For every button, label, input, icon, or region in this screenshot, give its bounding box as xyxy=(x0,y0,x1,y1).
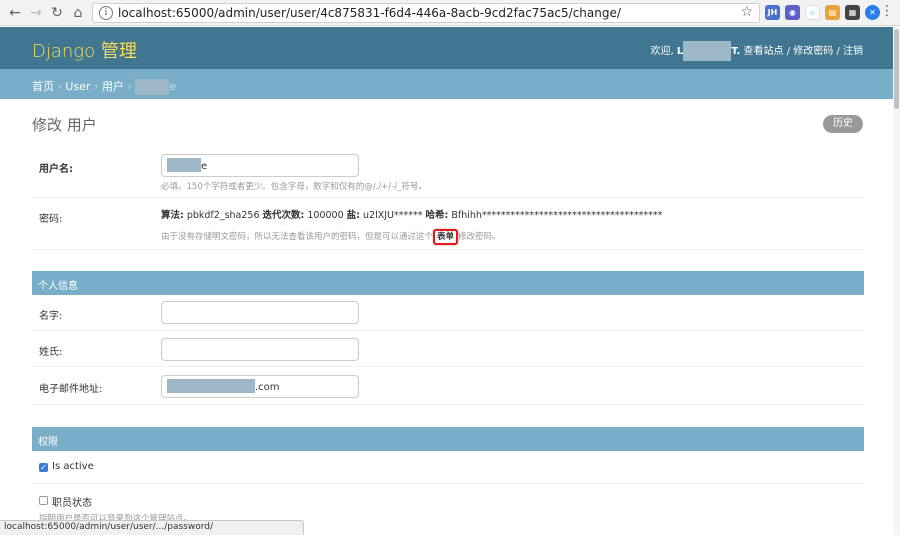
is-staff-checkbox[interactable] xyxy=(39,496,48,505)
password-help-text: 由于没有存储明文密码，所以无法查看该用户的密码，但是可以通过这个 xyxy=(161,232,434,242)
scrollbar-thumb[interactable] xyxy=(894,29,899,109)
breadcrumb: 首页 › User › 用户 › e xyxy=(0,69,893,99)
first-name-input[interactable] xyxy=(161,301,359,324)
salt-value: u2lXJU****** xyxy=(363,210,423,221)
is-active-label[interactable]: Is active xyxy=(52,461,94,472)
separator: / xyxy=(833,46,843,57)
form-row-is-active: ✓ Is active xyxy=(32,451,864,484)
bookmark-star-icon[interactable]: ☆ xyxy=(740,4,753,20)
extension-jh-icon[interactable]: JH xyxy=(765,5,780,20)
link-status-bar: localhost:65000/admin/user/user/.../pass… xyxy=(0,520,304,535)
extension-x-icon[interactable]: ✕ xyxy=(865,5,880,20)
home-icon[interactable]: ⌂ xyxy=(69,4,87,22)
extension-icon[interactable]: ◉ xyxy=(785,5,800,20)
user-tools: 欢迎, L T. 查看站点 / 修改密码 / 注销 xyxy=(650,41,863,61)
info-icon[interactable]: i xyxy=(99,6,113,20)
form-row-email: 电子邮件地址: .com xyxy=(32,367,864,405)
form-row-last-name: 姓氏: xyxy=(32,331,864,367)
password-label: 密码: xyxy=(39,214,63,225)
reload-icon[interactable]: ↻ xyxy=(48,4,66,22)
hash-value: Bfhihh**********************************… xyxy=(451,210,663,221)
email-input[interactable]: .com xyxy=(161,375,359,398)
password-help-text-end: 修改密码。 xyxy=(458,232,501,242)
breadcrumb-separator: › xyxy=(90,80,102,93)
salt-label: 盐: xyxy=(346,210,360,221)
personal-info-caption: 个人信息 xyxy=(32,271,864,295)
breadcrumb-home[interactable]: 首页 xyxy=(32,80,54,93)
welcome-text: 欢迎, xyxy=(650,46,674,57)
form-row-username: 用户名: e 必填。150个字符或者更少。包含字母，数字和仅有的@/./+/-/… xyxy=(32,148,864,198)
address-bar[interactable]: i localhost:65000/admin/user/user/4c8758… xyxy=(92,3,760,23)
back-arrow-icon[interactable]: ← xyxy=(6,4,24,22)
hash-label: 哈希: xyxy=(425,210,449,221)
breadcrumb-current: e xyxy=(169,80,177,93)
username-input[interactable]: e xyxy=(161,154,359,177)
username-value-suffix: e xyxy=(201,161,208,172)
page-title: 修改 用户 xyxy=(32,116,97,134)
algo-label: 算法: xyxy=(161,210,184,221)
change-password-link[interactable]: 修改密码 xyxy=(793,46,833,57)
view-site-link[interactable]: 查看站点 xyxy=(744,46,784,57)
logout-link[interactable]: 注销 xyxy=(843,46,863,57)
username-help: 必填。150个字符或者更少。包含字母，数字和仅有的@/./+/-/_符号。 xyxy=(161,182,427,192)
redacted-value xyxy=(167,379,255,393)
react-devtools-icon[interactable]: ⚛ xyxy=(805,5,820,20)
breadcrumb-model[interactable]: 用户 xyxy=(102,80,124,93)
site-title[interactable]: Django 管理 xyxy=(32,37,137,63)
username-label: 用户名: xyxy=(39,164,73,175)
forward-arrow-icon[interactable]: → xyxy=(27,4,45,22)
form-row-password: 密码: 算法: pbkdf2_sha256 迭代次数: 100000 盐: u2… xyxy=(32,198,864,250)
email-value-suffix: .com xyxy=(255,382,280,393)
redacted-username xyxy=(683,41,732,61)
algo-value: pbkdf2_sha256 xyxy=(186,210,260,221)
password-help: 由于没有存储明文密码，所以无法查看该用户的密码，但是可以通过这个 表单 修改密码。 xyxy=(161,229,501,245)
history-button[interactable]: 历史 xyxy=(823,115,863,133)
browser-toolbar: ← → ↻ ⌂ i localhost:65000/admin/user/use… xyxy=(0,0,900,26)
last-name-label: 姓氏: xyxy=(39,347,63,358)
iterations-value: 100000 xyxy=(307,210,344,221)
redacted-value xyxy=(167,158,201,172)
username-suffix: T. xyxy=(731,46,741,57)
is-active-checkbox[interactable]: ✓ xyxy=(39,463,48,472)
last-name-input[interactable] xyxy=(161,338,359,361)
email-label: 电子邮件地址: xyxy=(39,384,103,395)
url-text[interactable]: localhost:65000/admin/user/user/4c875831… xyxy=(118,6,621,20)
form-row-first-name: 名字: xyxy=(32,295,864,331)
breadcrumb-separator: › xyxy=(54,80,66,93)
first-name-label: 名字: xyxy=(39,311,63,322)
password-hash-summary: 算法: pbkdf2_sha256 迭代次数: 100000 盐: u2lXJU… xyxy=(161,207,662,221)
separator: / xyxy=(783,46,794,57)
extension-icon[interactable]: ▤ xyxy=(825,5,840,20)
qr-code-icon[interactable]: ▦ xyxy=(845,5,860,20)
change-password-form-link[interactable]: 表单 xyxy=(433,229,459,245)
permissions-caption: 权限 xyxy=(32,427,864,451)
redacted-breadcrumb xyxy=(135,79,170,95)
breadcrumb-app[interactable]: User xyxy=(65,80,90,93)
breadcrumb-separator: › xyxy=(123,80,136,93)
iterations-label: 迭代次数: xyxy=(262,210,305,221)
browser-menu-icon[interactable]: ⋮ xyxy=(880,3,894,19)
admin-header: Django 管理 欢迎, L T. 查看站点 / 修改密码 / 注销 xyxy=(0,27,893,69)
is-staff-label[interactable]: 职员状态 xyxy=(52,494,92,509)
